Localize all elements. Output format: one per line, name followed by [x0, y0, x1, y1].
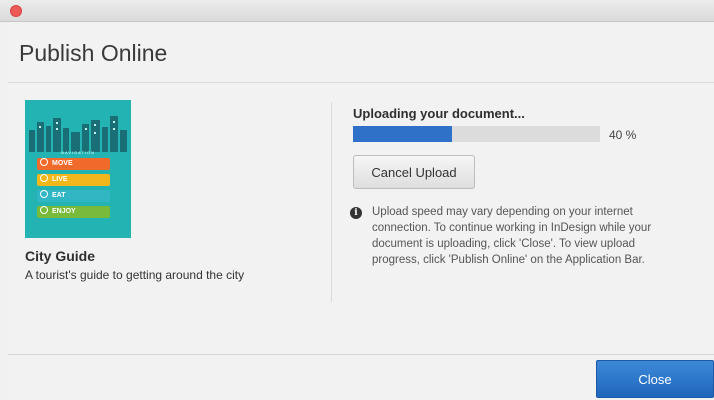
thumbnail-menu-move: MOVE: [37, 158, 110, 170]
close-button[interactable]: Close: [596, 360, 714, 398]
upload-status: Uploading your document...: [353, 106, 525, 121]
upload-progress-text: 40 %: [609, 128, 637, 142]
title-divider: [8, 82, 714, 83]
upload-info-text: Upload speed may vary depending on your …: [372, 206, 652, 266]
compass-icon: [40, 158, 48, 166]
menu-label-live: LIVE: [52, 176, 68, 183]
upload-progress-bar: [353, 126, 600, 142]
thumbnail-subtitle: NAVIGATION: [60, 150, 96, 155]
dialog-title: Publish Online: [19, 40, 168, 66]
menu-label-move: MOVE: [52, 160, 73, 167]
document-thumbnail: NAVIGATION MOVE LIVE EAT ENJOY: [25, 100, 131, 238]
publish-online-dialog: Publish Online NAVIGATION MOVE LIVE EAT …: [8, 22, 714, 400]
window-titlebar: [0, 0, 714, 22]
thumbnail-menu-eat: EAT: [37, 190, 110, 202]
document-description: A tourist's guide to getting around the …: [25, 268, 245, 282]
close-window-icon[interactable]: [10, 5, 22, 17]
info-icon: i: [350, 207, 362, 219]
city-skyline-icon: [29, 116, 127, 152]
utensils-icon: [40, 190, 48, 198]
footer-divider: [8, 354, 714, 355]
smile-icon: [40, 206, 48, 214]
menu-label-eat: EAT: [52, 192, 66, 199]
thumbnail-menu-enjoy: ENJOY: [37, 206, 110, 218]
sun-icon: [40, 174, 48, 182]
document-title: City Guide: [25, 248, 96, 264]
upload-progress-fill: [353, 126, 452, 142]
column-divider: [331, 102, 332, 302]
menu-label-enjoy: ENJOY: [52, 208, 76, 215]
thumbnail-menu-live: LIVE: [37, 174, 110, 186]
cancel-upload-button[interactable]: Cancel Upload: [353, 155, 475, 189]
